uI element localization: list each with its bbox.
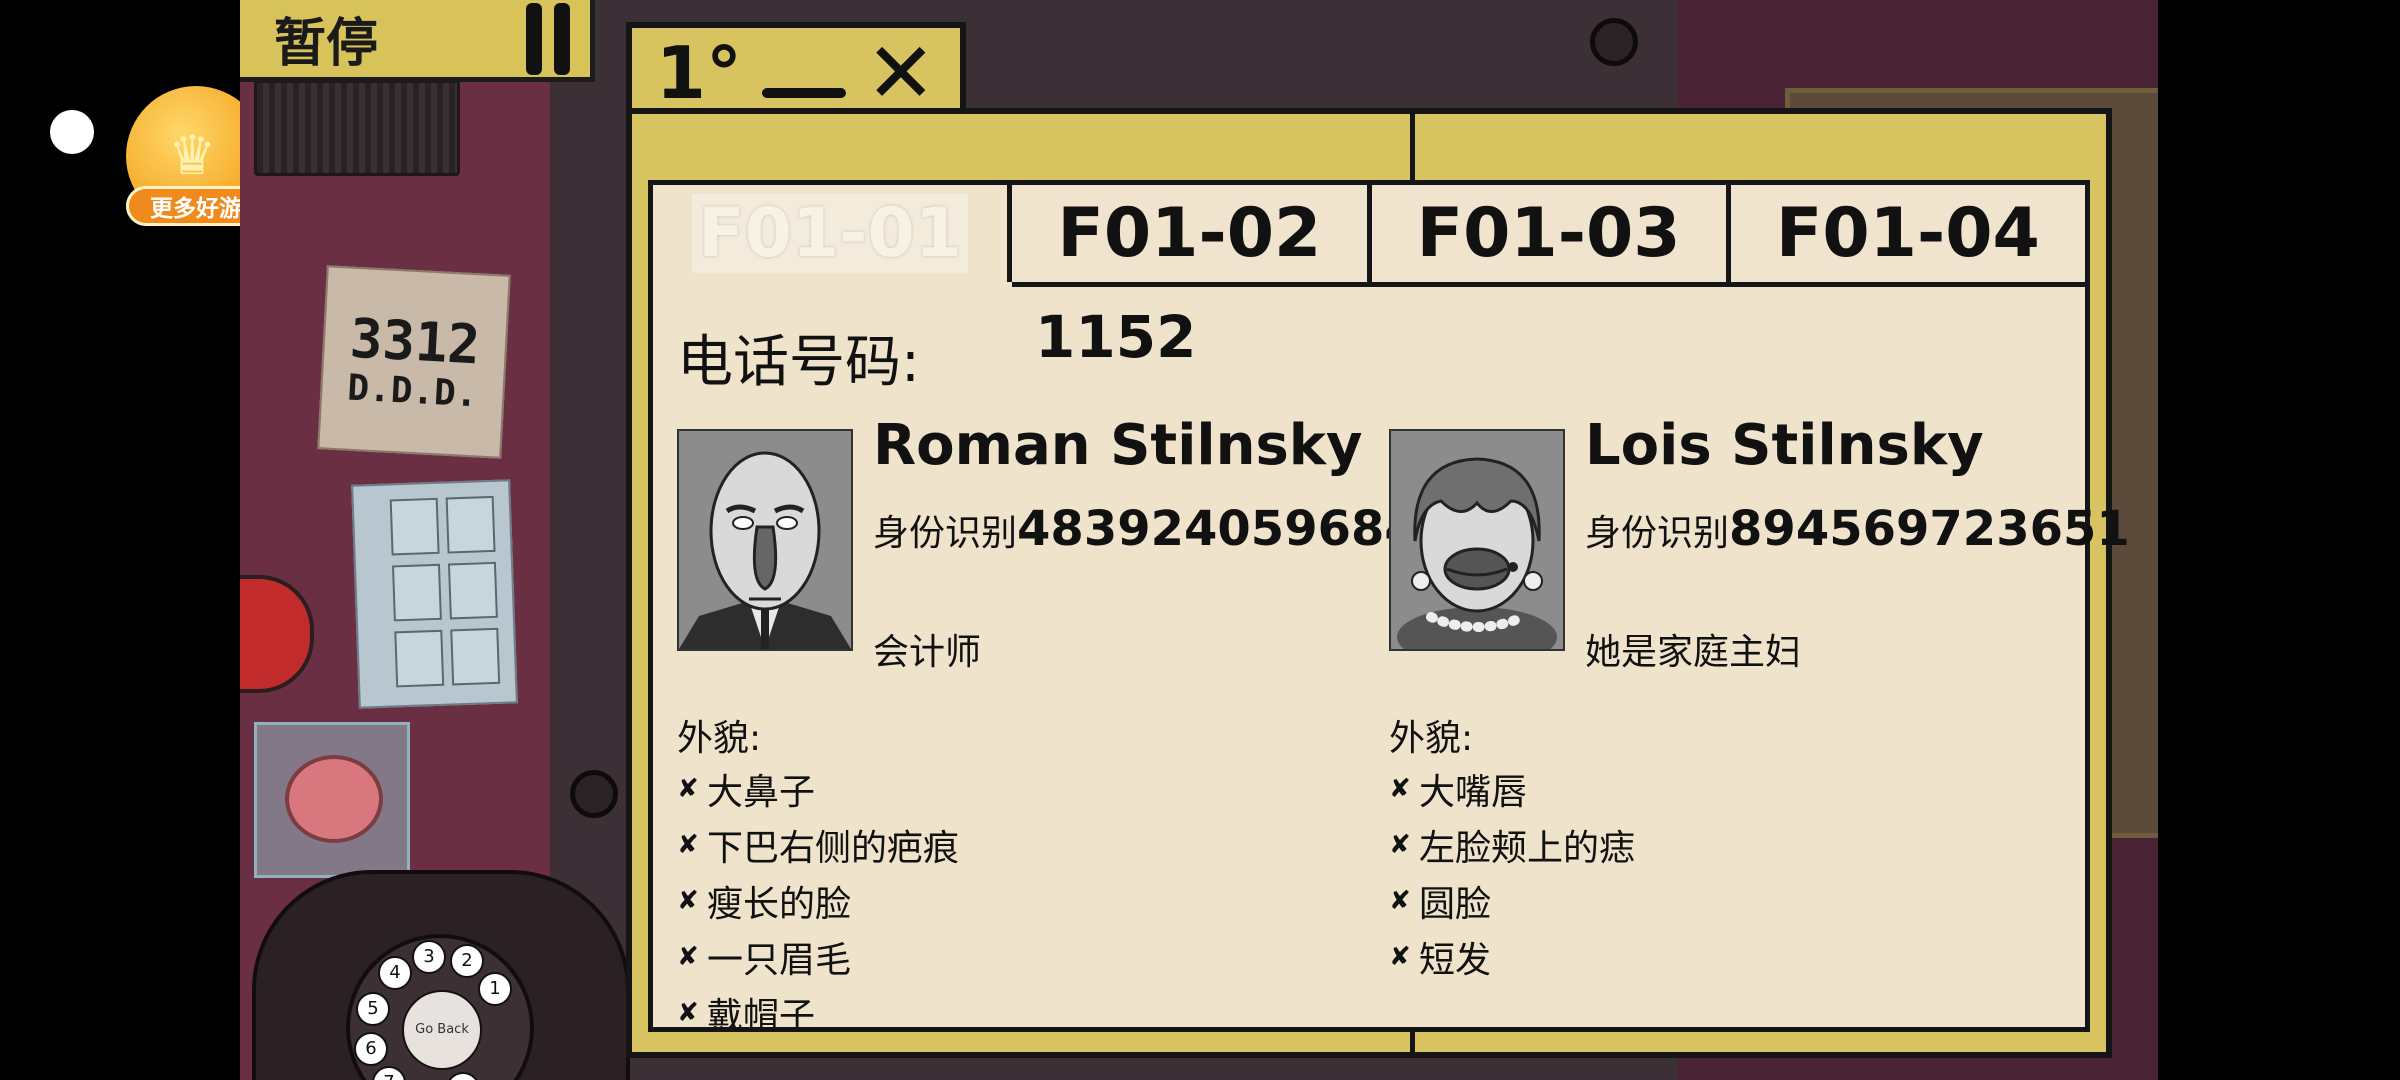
tab-label: F01-03 [1416, 194, 1681, 273]
list-item: ✘ 左脸颊上的痣 [1389, 817, 1635, 873]
wall-vent [254, 80, 460, 176]
id-line: 身份识别894569723651 [1585, 501, 2130, 557]
portrait [1389, 429, 1565, 651]
bullet-icon: ✘ [1389, 886, 1411, 916]
photo-thumb [394, 629, 445, 688]
list-item: ✘ 大鼻子 [677, 761, 959, 817]
rotary-phone[interactable]: 4 3 2 1 5 6 7 8 9 Go Back [252, 870, 630, 1080]
dial-hole[interactable]: 6 [354, 1032, 388, 1066]
bullet-icon: ✘ [1389, 774, 1411, 804]
person-card: Roman Stilnsky 身份识别483924059684 会计师 外貌: … [677, 413, 1418, 1041]
dial-hole[interactable]: 1 [478, 972, 512, 1006]
pause-button[interactable]: 暂停 [240, 0, 595, 82]
list-item: ✘ 下巴右侧的疤痕 [677, 817, 959, 873]
dial-hole[interactable]: 9 [446, 1072, 480, 1080]
bolt [1590, 18, 1638, 66]
rotary-dial[interactable]: 4 3 2 1 5 6 7 8 9 Go Back [346, 934, 534, 1080]
feature-text: 戴帽子 [707, 996, 816, 1037]
close-icon[interactable]: ✕ [866, 31, 936, 115]
bullet-icon: ✘ [677, 886, 699, 916]
bullet-icon: ✘ [677, 830, 699, 860]
floating-dot-button[interactable] [50, 110, 94, 154]
id-value: 483924059684 [1017, 501, 1418, 557]
tab-f01-03[interactable]: F01-03 [1371, 185, 1731, 287]
man-portrait-icon [679, 431, 851, 649]
id-line: 身份识别483924059684 [873, 501, 1418, 557]
feature-text: 下巴右侧的疤痕 [707, 828, 960, 869]
folder-level: 1° [655, 31, 743, 115]
folder-crease [1410, 114, 1415, 180]
feature-list: ✘ 大嘴唇 ✘ 左脸颊上的痣 ✘ 圆脸 ✘ 短发 [1389, 761, 1635, 985]
appearance-label: 外貌: [677, 718, 762, 759]
feature-text: 短发 [1419, 940, 1492, 981]
bullet-icon: ✘ [677, 942, 699, 972]
feature-text: 瘦长的脸 [707, 884, 852, 925]
photo-thumb [391, 563, 442, 622]
sticky-note-number: 3312 [348, 306, 482, 377]
pause-label: 暂停 [274, 14, 379, 74]
bullet-icon: ✘ [677, 774, 699, 804]
photo-thumb [389, 497, 440, 556]
list-item: ✘ 戴帽子 [677, 985, 959, 1041]
id-label: 身份识别 [1585, 513, 1730, 554]
feature-list: ✘ 大鼻子 ✘ 下巴右侧的疤痕 ✘ 瘦长的脸 ✘ 一只眉毛 ✘ 戴帽子 [677, 761, 959, 1041]
woman-portrait-icon [1391, 431, 1563, 649]
minimize-icon[interactable] [761, 88, 846, 98]
id-value: 894569723651 [1729, 501, 2130, 557]
sticky-note[interactable]: 3312 D.D.D. [317, 265, 511, 459]
game-scene: 3312 D.D.D. 4 3 2 1 5 6 7 8 9 Go Back 暂停 [240, 0, 2158, 1080]
occupation: 她是家庭主妇 [1585, 632, 1802, 673]
tab-label: F01-04 [1775, 194, 2040, 273]
list-item: ✘ 圆脸 [1389, 873, 1635, 929]
photo-sheet[interactable] [351, 479, 518, 709]
dossier-folder: F01-01 F01-02 F01-03 F01-04 电话号码: 1152 R… [626, 108, 2130, 1058]
photo-thumb [450, 627, 501, 686]
bullet-icon: ✘ [677, 998, 699, 1028]
bullet-icon: ✘ [1389, 942, 1411, 972]
feature-text: 大鼻子 [707, 772, 816, 813]
feature-text: 左脸颊上的痣 [1419, 828, 1636, 869]
phone-number-row: 电话号码: 1152 [677, 303, 1196, 398]
go-back-label[interactable]: Go Back [402, 990, 482, 1070]
bullet-icon: ✘ [1389, 830, 1411, 860]
feature-text: 一只眉毛 [707, 940, 852, 981]
person-name: Lois Stilnsky [1585, 413, 1984, 478]
feature-text: 圆脸 [1419, 884, 1492, 925]
alarm-button[interactable] [285, 755, 383, 843]
folder-tab: 1° ✕ [626, 22, 966, 118]
list-item: ✘ 短发 [1389, 929, 1635, 985]
bolt [570, 770, 618, 818]
tab-label: F01-01 [692, 194, 969, 273]
phone-number-label: 电话号码: [677, 330, 920, 395]
crown-icon: ♛ [168, 124, 217, 187]
dial-hole[interactable]: 3 [412, 940, 446, 974]
person-name: Roman Stilnsky [873, 413, 1363, 478]
appearance-label: 外貌: [1389, 718, 1474, 759]
pause-icon [526, 2, 570, 75]
feature-text: 大嘴唇 [1419, 772, 1528, 813]
tab-label: F01-02 [1057, 194, 1322, 273]
dossier-page: F01-01 F01-02 F01-03 F01-04 电话号码: 1152 R… [648, 180, 2130, 1037]
photo-thumb [445, 495, 496, 554]
dial-hole[interactable]: 7 [372, 1066, 406, 1080]
occupation: 会计师 [873, 632, 982, 673]
glass-case[interactable] [254, 722, 410, 878]
portrait [677, 429, 853, 651]
tab-f01-04[interactable]: F01-04 [1730, 185, 2085, 287]
file-tabs: F01-01 F01-02 F01-03 F01-04 [653, 185, 2085, 287]
dial-hole[interactable]: 4 [378, 956, 412, 990]
photo-thumb [447, 561, 498, 620]
dial-hole[interactable]: 2 [450, 944, 484, 978]
person-card: Lois Stilnsky 身份识别894569723651 她是家庭主妇 外貌… [1389, 413, 2130, 1041]
dial-hole[interactable]: 5 [356, 992, 390, 1026]
tab-f01-01[interactable]: F01-01 [653, 185, 1013, 282]
phone-number-value: 1152 [1035, 303, 1197, 371]
tab-f01-02[interactable]: F01-02 [1012, 185, 1372, 287]
list-item: ✘ 一只眉毛 [677, 929, 959, 985]
list-item: ✘ 大嘴唇 [1389, 761, 1635, 817]
list-item: ✘ 瘦长的脸 [677, 873, 959, 929]
id-label: 身份识别 [873, 513, 1018, 554]
sticky-note-text: D.D.D. [346, 367, 479, 416]
